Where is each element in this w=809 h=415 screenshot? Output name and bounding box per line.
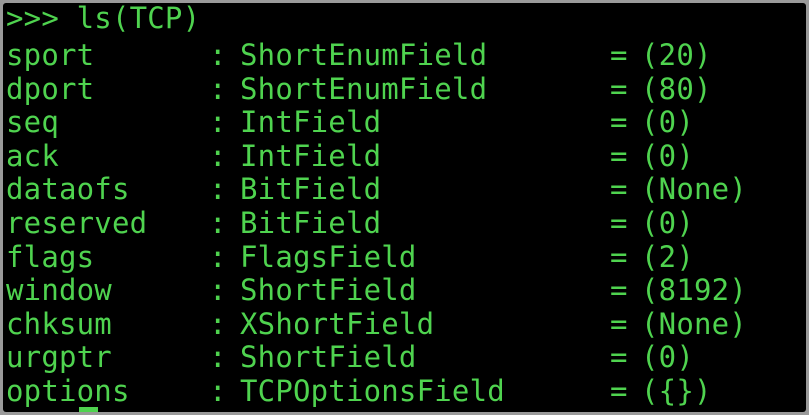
field-name: options [6,374,130,408]
field-equals: = [610,38,628,72]
field-equals: = [610,374,628,408]
field-type: BitField [240,206,382,240]
field-equals: = [610,105,628,140]
field-type: TCPOptionsField [240,374,505,408]
terminal-window[interactable]: >>> ls(TCP) sport: ShortEnumField = (20) dpo… [3,3,806,412]
field-separator: : [209,374,227,408]
field-separator: : [209,71,227,106]
field-default: (0) [641,138,694,173]
field-default: (20) [641,38,712,72]
field-separator: : [209,38,227,72]
field-default: (0) [641,105,694,140]
field-default: (8192) [641,273,747,308]
field-type: IntField [240,105,382,140]
field-name: chksum [6,306,112,341]
field-name: flags [6,239,95,274]
field-separator: : [209,340,227,375]
field-type: ShortEnumField [240,38,488,72]
field-separator: : [209,206,227,240]
field-default: ({}) [641,374,712,408]
field-separator: : [209,239,227,274]
field-name: reserved [6,206,148,240]
field-equals: = [610,206,628,240]
field-name: ack [6,138,59,173]
field-name: sport [6,38,95,72]
field-default: (None) [641,306,747,341]
field-type: ShortEnumField [240,71,488,106]
field-equals: = [610,71,628,106]
field-equals: = [610,138,628,173]
field-type: XShortField [240,306,435,341]
field-name: seq [6,105,59,140]
field-equals: = [610,172,628,207]
field-equals: = [610,239,628,274]
field-separator: : [209,138,227,173]
field-name: dataofs [6,172,130,207]
field-default: (0) [641,206,694,240]
field-name: dport [6,71,95,106]
field-default: (None) [641,172,747,207]
field-separator: : [209,306,227,341]
field-default: (0) [641,340,694,375]
field-name: window [6,273,112,308]
field-equals: = [610,340,628,375]
text-cursor [79,407,98,412]
field-separator: : [209,172,227,207]
field-type: BitField [240,172,382,207]
field-type: ShortField [240,273,417,308]
field-separator: : [209,273,227,308]
field-type: FlagsField [240,239,417,274]
field-equals: = [610,273,628,308]
field-default: (2) [641,239,694,274]
field-type: ShortField [240,340,417,375]
prompt-line: >>> ls(TCP) [6,3,201,35]
field-default: (80) [641,71,712,106]
field-name: urgptr [6,340,112,375]
field-equals: = [610,306,628,341]
field-separator: : [209,105,227,140]
field-type: IntField [240,138,382,173]
